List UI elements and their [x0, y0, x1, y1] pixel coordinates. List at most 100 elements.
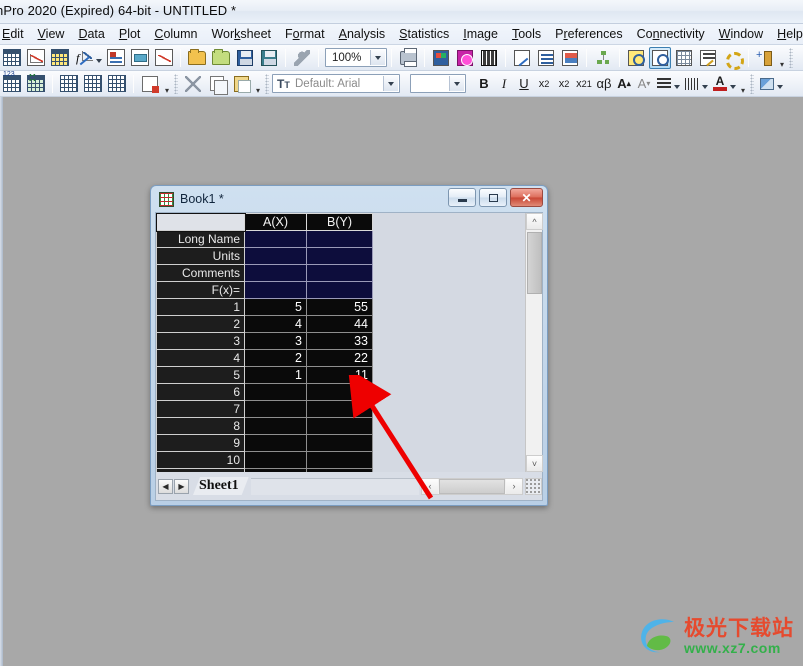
- new-workbook-icon[interactable]: [1, 47, 23, 69]
- fill-color-dropdown-icon[interactable]: [777, 84, 783, 89]
- scroll-left-icon[interactable]: ‹: [422, 478, 438, 494]
- horizontal-scroll-thumb[interactable]: [439, 478, 505, 494]
- data-cell-b[interactable]: 55: [306, 298, 373, 316]
- open-template-icon[interactable]: [210, 47, 232, 69]
- menu-item-image[interactable]: Image: [456, 25, 505, 43]
- subscript-icon[interactable]: x2: [554, 74, 574, 94]
- stack-lines-icon[interactable]: [535, 47, 557, 69]
- print-icon[interactable]: [397, 47, 419, 69]
- vertical-scroll-thumb[interactable]: [527, 232, 542, 294]
- row-header[interactable]: 10: [156, 451, 245, 469]
- edit-mode-icon[interactable]: [511, 47, 533, 69]
- meta-row-label[interactable]: Units: [156, 247, 245, 265]
- save-template-icon[interactable]: [258, 47, 280, 69]
- chevron-down-icon[interactable]: [449, 76, 464, 91]
- import-wizard-icon[interactable]: [430, 47, 452, 69]
- meta-cell[interactable]: [244, 247, 307, 265]
- new-function-plot-dropdown[interactable]: [96, 58, 102, 63]
- row-header[interactable]: 6: [156, 383, 245, 401]
- new-matrix-icon[interactable]: [49, 47, 71, 69]
- data-cell-b[interactable]: 33: [306, 332, 373, 350]
- data-cell-a[interactable]: [244, 383, 307, 401]
- set-column-values-icon[interactable]: 123: [1, 71, 23, 95]
- align-dropdown-icon[interactable]: [674, 84, 680, 89]
- data-cell-b[interactable]: 22: [306, 349, 373, 367]
- menu-item-format[interactable]: Format: [278, 25, 332, 43]
- meta-cell[interactable]: [244, 281, 307, 299]
- menu-item-connectivity[interactable]: Connectivity: [630, 25, 712, 43]
- data-cell-b[interactable]: [306, 434, 373, 452]
- new-graph-icon[interactable]: [25, 47, 47, 69]
- book1-window[interactable]: Book1 * ✕ A(X) B(Y) Long Name Units Comments…: [150, 185, 548, 506]
- scroll-right-icon[interactable]: ›: [506, 478, 522, 494]
- meta-row-label[interactable]: Comments: [156, 264, 245, 282]
- app-gallery-icon[interactable]: [721, 47, 744, 70]
- cut-icon[interactable]: [182, 73, 204, 95]
- toolbar-overflow-button[interactable]: ▾: [162, 73, 172, 95]
- row-header[interactable]: 5: [156, 366, 245, 384]
- meta-cell[interactable]: [306, 281, 373, 299]
- data-cell-a[interactable]: 5: [244, 298, 307, 316]
- copy-columns-icon[interactable]: [139, 73, 161, 95]
- row-header[interactable]: 9: [156, 434, 245, 452]
- merge-graph-icon[interactable]: [559, 47, 581, 69]
- toolbar-overflow-button[interactable]: ▾: [253, 73, 263, 95]
- toolbar-grip[interactable]: [265, 73, 269, 94]
- italic-icon[interactable]: I: [494, 74, 514, 94]
- data-cell-b[interactable]: 11: [306, 366, 373, 384]
- sheet-tab-sheet1[interactable]: Sheet1: [193, 477, 249, 495]
- data-cell-a[interactable]: 3: [244, 332, 307, 350]
- zoom-combobox[interactable]: 100%: [325, 48, 387, 67]
- font-combobox[interactable]: TT Default: Arial: [272, 74, 400, 93]
- meta-row-label[interactable]: F(x)=: [156, 281, 245, 299]
- row-header[interactable]: 4: [156, 349, 245, 367]
- menu-item-plot[interactable]: Plot: [112, 25, 148, 43]
- toolbar-grip[interactable]: [174, 73, 178, 94]
- tab-next-icon[interactable]: ▶: [174, 478, 189, 494]
- worksheet-grid[interactable]: A(X) B(Y) Long Name Units Comments F(x)= 1 5 55 2…: [156, 213, 525, 472]
- row-header[interactable]: 3: [156, 332, 245, 350]
- superscript-subscript-icon[interactable]: x21: [574, 74, 594, 94]
- toolbar-grip[interactable]: [750, 73, 754, 94]
- align-icon[interactable]: [654, 74, 674, 94]
- scroll-down-icon[interactable]: ˅: [526, 455, 543, 472]
- meta-cell[interactable]: [306, 230, 373, 248]
- maximize-button[interactable]: [479, 188, 507, 207]
- menu-item-view[interactable]: View: [31, 25, 72, 43]
- data-cell-a[interactable]: 4: [244, 315, 307, 333]
- meta-row-label[interactable]: Long Name: [156, 230, 245, 248]
- data-highlighter-icon[interactable]: [625, 47, 647, 69]
- data-cell-b[interactable]: [306, 451, 373, 469]
- data-cell-b[interactable]: [306, 417, 373, 435]
- project-explorer-icon[interactable]: [592, 47, 614, 69]
- horizontal-scrollbar[interactable]: ‹ ›: [421, 477, 523, 495]
- menu-item-statistics[interactable]: Statistics: [392, 25, 456, 43]
- meta-cell[interactable]: [306, 247, 373, 265]
- add-new-column-icon[interactable]: [754, 47, 776, 69]
- data-cell-a[interactable]: [244, 451, 307, 469]
- column-width-dropdown-icon[interactable]: [702, 84, 708, 89]
- row-header[interactable]: 1: [156, 298, 245, 316]
- font-size-combobox[interactable]: [410, 74, 466, 93]
- greek-icon[interactable]: αβ: [594, 74, 614, 94]
- reduce-rows-icon[interactable]: [82, 73, 104, 95]
- toolbar-overflow-button[interactable]: ▾: [738, 73, 748, 95]
- new-excel-icon[interactable]: [153, 47, 175, 69]
- data-reader-icon[interactable]: [649, 46, 671, 69]
- font-color-dropdown-icon[interactable]: [730, 84, 736, 89]
- row-header[interactable]: 7: [156, 400, 245, 418]
- meta-cell[interactable]: [244, 264, 307, 282]
- excel-formula-icon[interactable]: X: [25, 73, 47, 95]
- new-layout-icon[interactable]: [105, 47, 127, 69]
- toolbar-overflow-button[interactable]: ▾: [777, 47, 787, 69]
- copy-icon[interactable]: [206, 73, 228, 95]
- run-script-icon[interactable]: [291, 47, 313, 69]
- meta-cell[interactable]: [244, 230, 307, 248]
- close-button[interactable]: ✕: [510, 188, 543, 207]
- menu-item-edit[interactable]: Edit: [0, 25, 31, 43]
- row-header[interactable]: 2: [156, 315, 245, 333]
- meta-cell[interactable]: [306, 264, 373, 282]
- row-header[interactable]: 8: [156, 417, 245, 435]
- statistics-on-columns-icon[interactable]: Σ: [797, 47, 803, 69]
- fill-color-icon[interactable]: [757, 74, 777, 94]
